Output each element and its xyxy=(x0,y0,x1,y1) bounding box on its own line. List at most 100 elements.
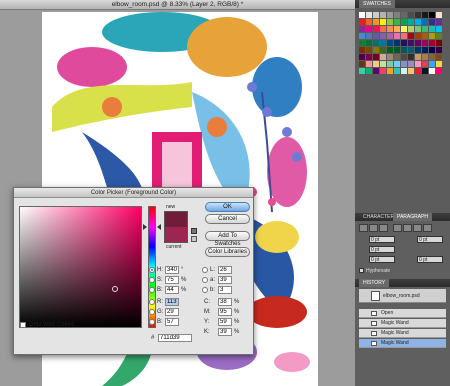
swatch[interactable] xyxy=(408,19,414,25)
ok-button[interactable]: OK xyxy=(205,202,250,212)
web-safe-cube-icon[interactable] xyxy=(191,228,197,234)
lab-l-field[interactable] xyxy=(218,266,232,274)
swatch[interactable] xyxy=(408,33,414,39)
swatch[interactable] xyxy=(380,12,386,18)
swatch[interactable] xyxy=(394,68,400,74)
swatch[interactable] xyxy=(415,26,421,32)
swatch[interactable] xyxy=(415,19,421,25)
color-field-cursor[interactable] xyxy=(112,286,118,292)
swatch[interactable] xyxy=(401,26,407,32)
swatch[interactable] xyxy=(366,68,372,74)
lab-b-field[interactable] xyxy=(218,286,232,294)
swatch[interactable] xyxy=(359,61,365,67)
swatch[interactable] xyxy=(429,12,435,18)
swatch[interactable] xyxy=(408,68,414,74)
swatch[interactable] xyxy=(394,61,400,67)
space-after-field[interactable]: 0 pt xyxy=(417,256,443,263)
swatch[interactable] xyxy=(380,68,386,74)
swatch[interactable] xyxy=(359,40,365,46)
swatch[interactable] xyxy=(436,12,442,18)
hue-radio[interactable] xyxy=(149,267,155,273)
green-field[interactable] xyxy=(165,308,179,316)
justify-right-button[interactable] xyxy=(413,224,422,232)
cyan-field[interactable] xyxy=(218,298,232,306)
swatch[interactable] xyxy=(436,33,442,39)
hex-field[interactable] xyxy=(158,334,192,342)
swatch[interactable] xyxy=(436,54,442,60)
swatch[interactable] xyxy=(436,26,442,32)
swatch[interactable] xyxy=(394,19,400,25)
swatch[interactable] xyxy=(373,47,379,53)
swatch[interactable] xyxy=(394,40,400,46)
swatch[interactable] xyxy=(359,26,365,32)
swatch[interactable] xyxy=(429,33,435,39)
swatch[interactable] xyxy=(359,68,365,74)
brightness-radio[interactable] xyxy=(149,287,155,293)
color-field[interactable] xyxy=(19,206,142,328)
swatch[interactable] xyxy=(415,47,421,53)
swatch[interactable] xyxy=(394,26,400,32)
swatch[interactable] xyxy=(359,33,365,39)
swatch[interactable] xyxy=(359,12,365,18)
swatch[interactable] xyxy=(415,12,421,18)
swatch[interactable] xyxy=(422,68,428,74)
swatch[interactable] xyxy=(401,12,407,18)
swatch[interactable] xyxy=(366,33,372,39)
swatch[interactable] xyxy=(436,47,442,53)
swatch[interactable] xyxy=(436,19,442,25)
swatch[interactable] xyxy=(373,61,379,67)
swatch[interactable] xyxy=(415,54,421,60)
red-radio[interactable] xyxy=(149,299,155,305)
swatch[interactable] xyxy=(429,19,435,25)
swatch[interactable] xyxy=(422,40,428,46)
swatch[interactable] xyxy=(380,61,386,67)
swatch[interactable] xyxy=(373,33,379,39)
swatch[interactable] xyxy=(415,61,421,67)
swatch[interactable] xyxy=(401,33,407,39)
swatch[interactable] xyxy=(359,19,365,25)
swatch[interactable] xyxy=(373,68,379,74)
swatch[interactable] xyxy=(380,26,386,32)
color-libraries-button[interactable]: Color Libraries xyxy=(205,247,250,257)
history-snapshot[interactable]: elbow_room.psd xyxy=(359,289,446,303)
swatch[interactable] xyxy=(387,47,393,53)
swatch[interactable] xyxy=(408,12,414,18)
saturation-field[interactable] xyxy=(165,276,179,284)
swatch[interactable] xyxy=(422,54,428,60)
swatch[interactable] xyxy=(436,68,442,74)
swatch[interactable] xyxy=(422,61,428,67)
swatch[interactable] xyxy=(366,12,372,18)
swatch[interactable] xyxy=(401,47,407,53)
swatch[interactable] xyxy=(366,61,372,67)
swatch[interactable] xyxy=(401,54,407,60)
swatch[interactable] xyxy=(366,26,372,32)
swatch[interactable] xyxy=(380,33,386,39)
swatch[interactable] xyxy=(373,26,379,32)
swatch[interactable] xyxy=(408,61,414,67)
blue-radio[interactable] xyxy=(149,319,155,325)
swatch[interactable] xyxy=(408,47,414,53)
swatch[interactable] xyxy=(380,40,386,46)
swatch[interactable] xyxy=(387,26,393,32)
tab-swatches[interactable]: SWATCHES xyxy=(359,0,395,8)
hue-slider-right-arrow[interactable] xyxy=(157,224,161,230)
history-item[interactable]: Magic Wand xyxy=(359,329,446,338)
swatch[interactable] xyxy=(408,40,414,46)
align-right-button[interactable] xyxy=(379,224,388,232)
swatch[interactable] xyxy=(429,68,435,74)
swatch[interactable] xyxy=(366,40,372,46)
swatch[interactable] xyxy=(422,33,428,39)
swatch[interactable] xyxy=(387,68,393,74)
swatch[interactable] xyxy=(387,61,393,67)
swatch[interactable] xyxy=(408,26,414,32)
swatch[interactable] xyxy=(422,12,428,18)
magenta-field[interactable] xyxy=(218,308,232,316)
align-center-button[interactable] xyxy=(369,224,378,232)
swatch[interactable] xyxy=(387,19,393,25)
hyphenate-checkbox[interactable] xyxy=(359,268,364,274)
red-field[interactable] xyxy=(165,298,179,306)
swatch[interactable] xyxy=(415,33,421,39)
hue-field[interactable] xyxy=(165,266,179,274)
swatch[interactable] xyxy=(422,47,428,53)
swatch[interactable] xyxy=(415,40,421,46)
